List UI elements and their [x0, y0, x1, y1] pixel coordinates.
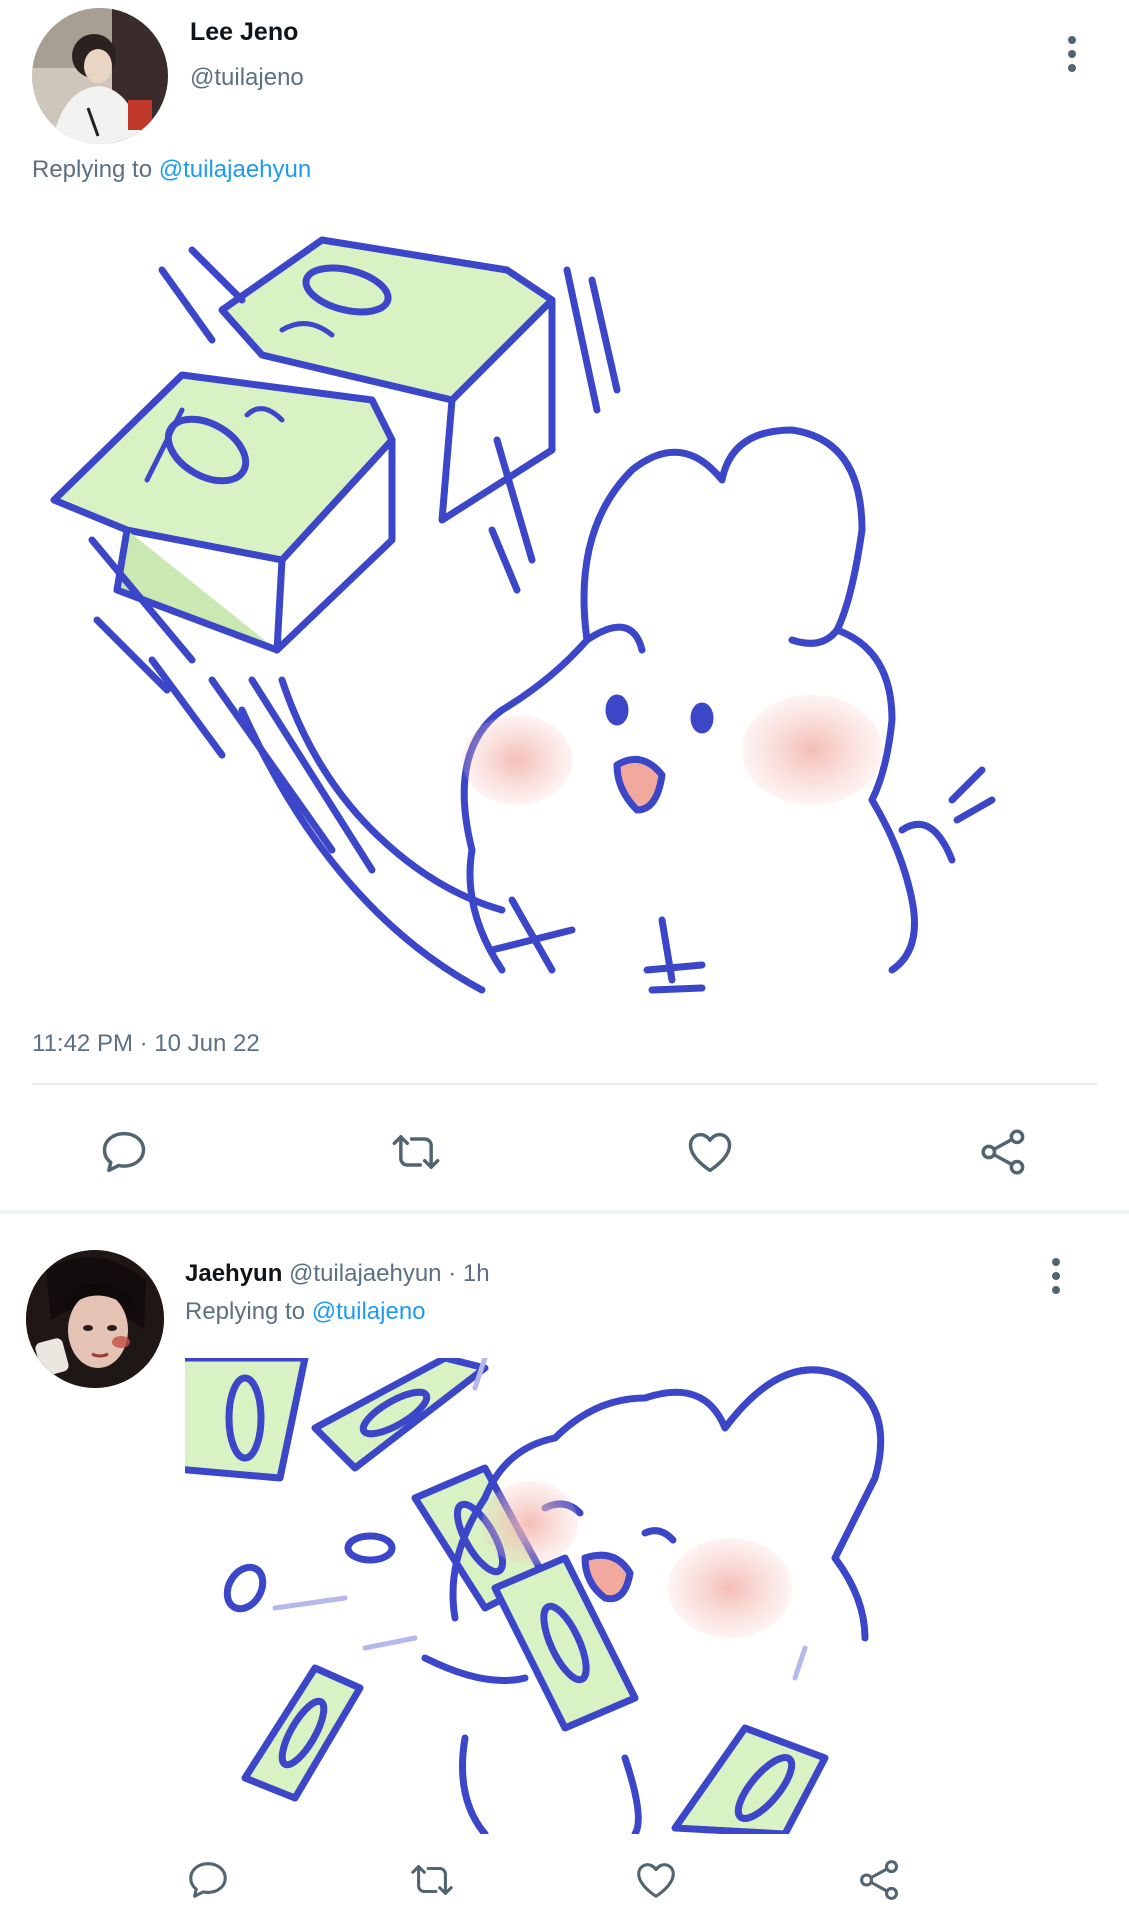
share-icon[interactable] — [848, 1848, 912, 1912]
replying-to-link[interactable]: @tuilajeno — [312, 1298, 426, 1325]
reply-bubble-icon[interactable] — [176, 1848, 240, 1912]
author-name[interactable]: Jaehyun — [185, 1260, 282, 1287]
tweet-media-image[interactable] — [32, 210, 1097, 1000]
replying-to: Replying to @tuilajeno — [185, 1298, 426, 1326]
tweet-header: Jaehyun @tuilajaehyun · 1h — [185, 1260, 490, 1288]
avatar-jaehyun[interactable] — [26, 1250, 164, 1388]
author-handle[interactable]: @tuilajeno — [190, 64, 304, 92]
author-name[interactable]: Lee Jeno — [190, 18, 298, 47]
avatar-lee-jeno[interactable] — [32, 8, 168, 144]
more-vertical-icon[interactable] — [1049, 1258, 1063, 1294]
author-handle[interactable]: @tuilajaehyun — [289, 1260, 441, 1287]
more-vertical-icon[interactable] — [1065, 36, 1079, 72]
replying-to: Replying to @tuilajaehyun — [32, 156, 311, 184]
time-ago[interactable]: · 1h — [448, 1260, 489, 1287]
divider — [32, 1083, 1097, 1085]
retweet-icon[interactable] — [400, 1848, 464, 1912]
tweet-timestamp[interactable]: 11:42 PM · 10 Jun 22 — [32, 1030, 260, 1058]
tweet-media-image[interactable] — [185, 1358, 1025, 1834]
tweet-separator — [0, 1210, 1129, 1214]
replying-to-link[interactable]: @tuilajaehyun — [159, 156, 311, 183]
replying-prefix: Replying to — [32, 156, 159, 183]
heart-icon[interactable] — [624, 1848, 688, 1912]
retweet-icon[interactable] — [384, 1120, 448, 1184]
replying-prefix: Replying to — [185, 1298, 312, 1325]
heart-icon[interactable] — [678, 1120, 742, 1184]
share-icon[interactable] — [972, 1120, 1036, 1184]
reply-bubble-icon[interactable] — [92, 1120, 156, 1184]
